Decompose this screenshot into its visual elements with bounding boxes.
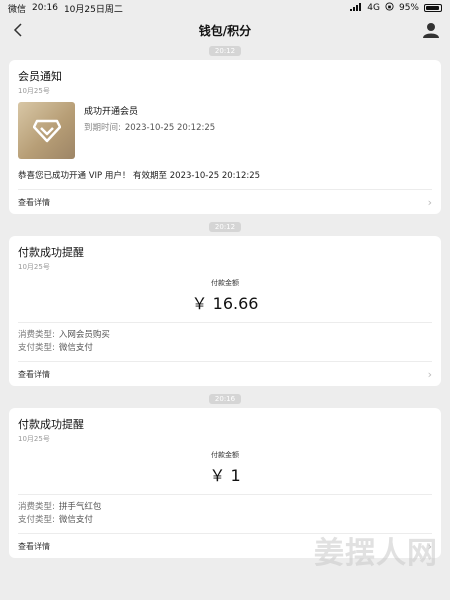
vip-diamond-icon (18, 102, 75, 159)
time-chip: 20:12 (0, 222, 450, 232)
status-time: 20:16 (32, 3, 58, 13)
amount-label: 付款金额 (211, 451, 239, 459)
pay-type-value: 微信支付 (58, 342, 93, 353)
card-title: 付款成功提醒 (18, 246, 84, 259)
nav-bar: 钱包/积分 (0, 16, 450, 44)
back-button[interactable] (8, 20, 28, 40)
card-date: 10月25号 (18, 87, 50, 95)
watermark: 姜摆人网 (314, 536, 438, 571)
payment-amount: ￥ 1 (209, 466, 241, 485)
status-battery: 95% (398, 3, 419, 13)
amount-label: 付款金额 (211, 279, 239, 287)
payment-amount: ￥ 16.66 (191, 294, 259, 313)
battery-icon (424, 4, 442, 12)
chevron-left-icon (13, 23, 22, 37)
user-icon (423, 23, 439, 38)
expire-label: 到期时间: (84, 123, 121, 133)
card-title: 付款成功提醒 (18, 418, 84, 431)
consume-type-value: 入网会员购买 (58, 329, 110, 340)
view-details-link[interactable]: 查看详情 › (18, 190, 432, 214)
consume-type-value: 拼手气红包 (58, 501, 102, 512)
chevron-right-icon: › (427, 195, 432, 209)
time-chip: 20:16 (0, 394, 450, 404)
congrats-text: 恭喜您已成功开通 VIP 用户！ 有效期至 2023-10-25 20:12:2… (18, 171, 261, 181)
signal-icon (350, 2, 362, 14)
card-title: 会员通知 (18, 70, 62, 83)
consume-type-label: 消费类型: (18, 501, 55, 512)
pay-type-label: 支付类型: (18, 342, 55, 353)
member-notice-card[interactable]: 会员通知 10月25号 成功开通会员 到期时间: 2023-10-25 20:12… (9, 60, 441, 214)
pay-type-label: 支付类型: (18, 514, 55, 525)
time-chip: 20:12 (0, 46, 450, 56)
member-name: 成功开通会员 (84, 107, 139, 117)
expire-value: 2023-10-25 20:12:25 (124, 123, 216, 133)
status-network: 4G (367, 3, 380, 13)
consume-type-label: 消费类型: (18, 329, 55, 340)
page-title: 钱包/积分 (198, 23, 252, 38)
chevron-right-icon: › (427, 367, 432, 381)
lock-rotation-icon (385, 2, 394, 14)
card-date: 10月25号 (18, 263, 50, 271)
payment-success-card[interactable]: 付款成功提醒 10月25号 付款金额 ￥ 16.66 消费类型: 入网会员购买 支… (9, 236, 441, 386)
status-date: 10月25日周二 (63, 4, 123, 15)
status-carrier: 微信 (8, 4, 27, 15)
status-bar: 微信 20:16 10月25日周二 4G 95% (0, 0, 450, 16)
card-date: 10月25号 (18, 435, 50, 443)
pay-type-value: 微信支付 (58, 514, 93, 525)
view-details-link[interactable]: 查看详情 › (18, 362, 432, 386)
profile-button[interactable] (422, 21, 440, 39)
